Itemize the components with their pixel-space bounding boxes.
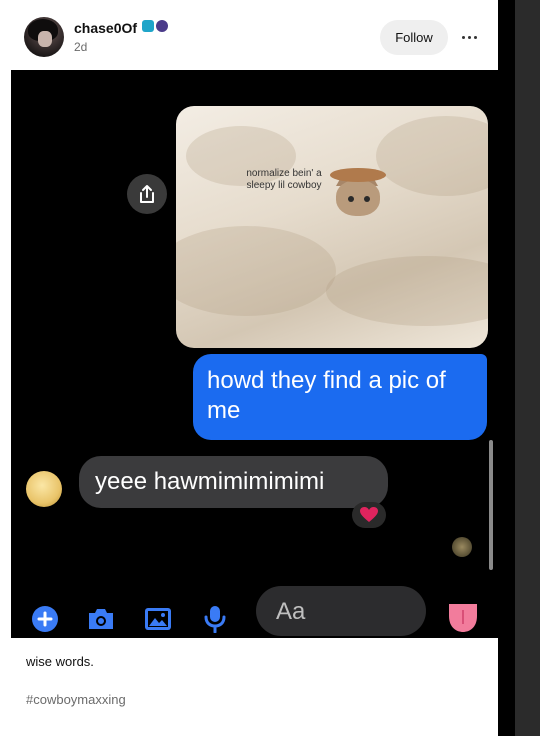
plus-icon	[30, 604, 60, 634]
post-card: chase0Of 2d Follow normalize bein' a sle…	[11, 6, 498, 736]
sent-message-bubble: howd they find a pic of me	[193, 354, 487, 440]
more-options-icon[interactable]	[457, 26, 481, 48]
mic-icon	[200, 604, 230, 634]
image-icon	[143, 604, 173, 634]
post-header: chase0Of 2d Follow	[11, 6, 498, 70]
page-gutter	[498, 0, 515, 736]
share-icon	[127, 174, 167, 214]
message-composer: Aa	[11, 578, 498, 638]
camera-icon	[86, 604, 116, 634]
contact-avatar	[26, 471, 62, 507]
scrollbar	[489, 440, 493, 570]
cowboy-kitten	[326, 166, 390, 222]
tongue-emoji-icon	[447, 596, 479, 634]
message-input: Aa	[256, 586, 426, 636]
badge-icon	[156, 20, 168, 32]
read-receipt-avatar	[452, 537, 472, 557]
heart-reaction-icon	[352, 502, 386, 528]
author-badges	[142, 20, 168, 32]
photo-caption: normalize bein' a sleepy lil cowboy	[246, 168, 322, 191]
received-message-bubble: yeee hawmimimimimi	[79, 456, 388, 508]
kitten-photo: normalize bein' a sleepy lil cowboy	[176, 106, 488, 348]
post-tag[interactable]: #cowboymaxxing	[26, 692, 126, 707]
post-timestamp[interactable]: 2d	[74, 40, 87, 54]
chat-screenshot-image: normalize bein' a sleepy lil cowboy howd…	[11, 70, 498, 638]
badge-icon	[142, 20, 154, 32]
author-username[interactable]: chase0Of	[74, 20, 137, 36]
follow-button[interactable]: Follow	[380, 20, 448, 55]
page-side-rail	[515, 0, 540, 736]
author-avatar[interactable]	[24, 17, 64, 57]
post-body-text: wise words.	[26, 654, 94, 669]
